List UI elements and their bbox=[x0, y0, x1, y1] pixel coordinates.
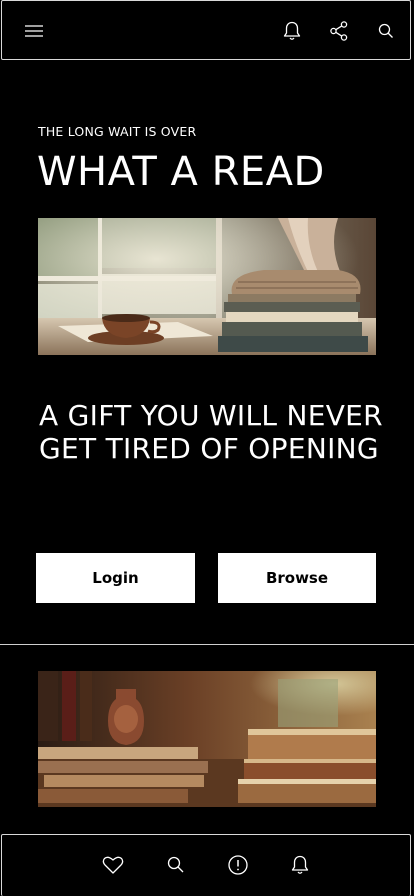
section-divider bbox=[0, 644, 414, 645]
page-title: WHAT A READ bbox=[37, 149, 325, 195]
eyebrow-text: THE LONG WAIT IS OVER bbox=[38, 124, 197, 139]
hero-image-coffee-books bbox=[38, 218, 376, 355]
top-navigation-bar bbox=[1, 0, 411, 60]
browse-button[interactable]: Browse bbox=[218, 553, 376, 603]
search-icon[interactable] bbox=[162, 851, 190, 879]
bell-icon[interactable] bbox=[278, 17, 306, 45]
share-icon[interactable] bbox=[325, 17, 353, 45]
hamburger-menu-icon[interactable] bbox=[20, 17, 48, 45]
search-icon[interactable] bbox=[372, 17, 400, 45]
heart-icon[interactable] bbox=[99, 851, 127, 879]
login-button[interactable]: Login bbox=[36, 553, 195, 603]
alert-icon[interactable] bbox=[224, 851, 252, 879]
bell-icon[interactable] bbox=[286, 851, 314, 879]
tagline-text: A GIFT YOU WILL NEVER GET TIRED OF OPENI… bbox=[39, 399, 383, 465]
bottom-navigation-bar bbox=[1, 834, 411, 896]
books-table-image bbox=[38, 671, 376, 807]
